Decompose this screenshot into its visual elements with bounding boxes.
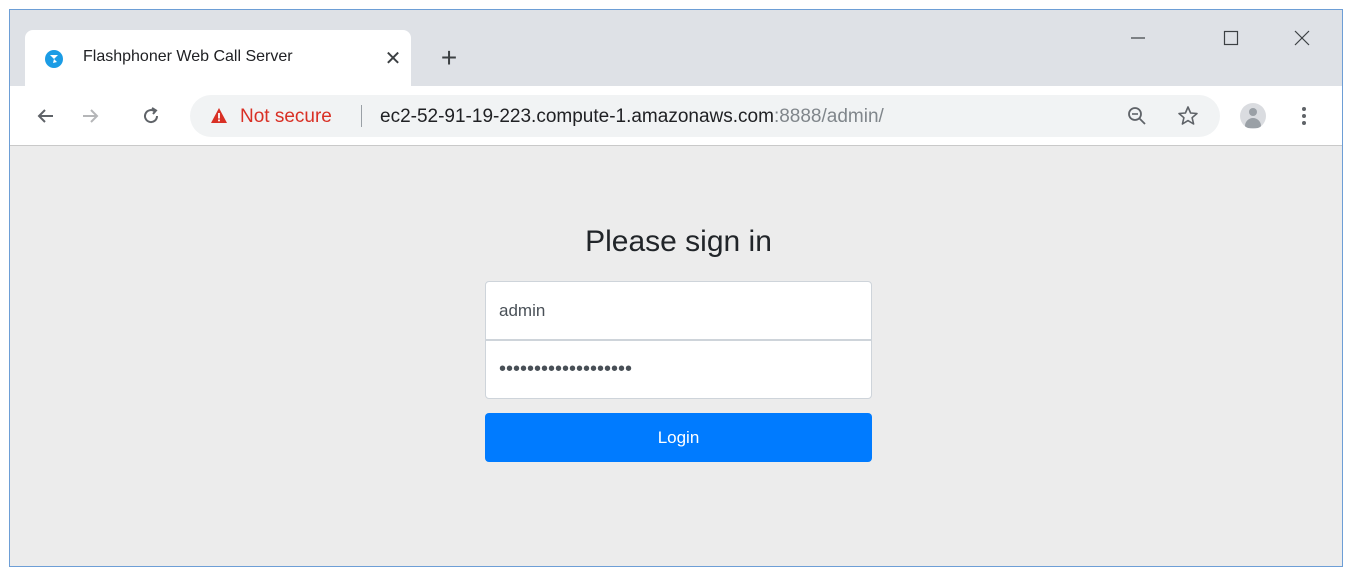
forward-arrow-icon[interactable]	[74, 100, 106, 132]
password-field[interactable]: •••••••••••••••••••	[485, 340, 872, 399]
url-text[interactable]: ec2-52-91-19-223.compute-1.amazonaws.com…	[380, 106, 884, 128]
bookmark-star-icon[interactable]	[1175, 103, 1201, 129]
minimize-icon[interactable]	[1115, 24, 1161, 52]
page-content: Please sign in admin •••••••••••••••••••…	[10, 147, 1342, 566]
page-title: Please sign in	[585, 225, 772, 258]
profile-avatar-icon[interactable]	[1240, 103, 1266, 129]
tab-title: Flashphoner Web Call Server	[83, 48, 293, 65]
address-divider	[361, 105, 362, 127]
security-status-label[interactable]: Not secure	[240, 106, 332, 128]
avatar-body	[1245, 118, 1261, 128]
kebab-menu-icon[interactable]	[1292, 103, 1316, 129]
username-field[interactable]: admin	[485, 281, 872, 340]
window-close-icon[interactable]	[1279, 24, 1325, 52]
browser-toolbar: Not secure ec2-52-91-19-223.compute-1.am…	[10, 86, 1342, 146]
maximize-icon[interactable]	[1208, 24, 1254, 52]
back-arrow-icon[interactable]	[30, 100, 62, 132]
menu-dot	[1302, 121, 1306, 125]
tab-strip: Flashphoner Web Call Server ✕ +	[10, 10, 1342, 86]
zoom-out-icon[interactable]	[1125, 104, 1149, 128]
flashphoner-logo-icon	[45, 50, 63, 68]
url-host: ec2-52-91-19-223.compute-1.amazonaws.com	[380, 106, 774, 127]
browser-window: Flashphoner Web Call Server ✕ + Not secu…	[9, 9, 1343, 567]
avatar-head	[1249, 108, 1257, 116]
url-path: :8888/admin/	[773, 106, 884, 127]
login-button[interactable]: Login	[485, 413, 872, 462]
new-tab-icon[interactable]: +	[435, 44, 463, 72]
tab-flashphoner[interactable]: Flashphoner Web Call Server ✕	[25, 30, 411, 86]
tab-close-icon[interactable]: ✕	[379, 44, 407, 72]
reload-icon[interactable]	[135, 100, 167, 132]
menu-dot	[1302, 107, 1306, 111]
address-bar[interactable]: Not secure ec2-52-91-19-223.compute-1.am…	[190, 95, 1220, 137]
menu-dot	[1302, 114, 1306, 118]
warning-triangle-icon[interactable]	[210, 107, 228, 125]
